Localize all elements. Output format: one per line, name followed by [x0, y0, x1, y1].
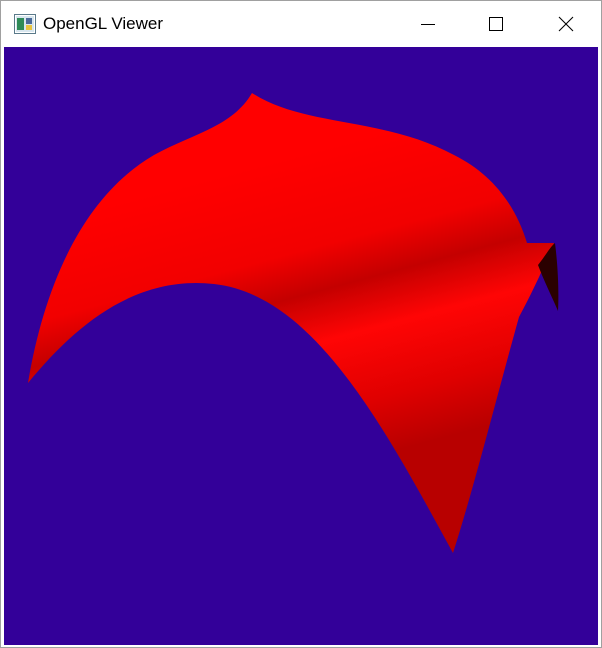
opengl-viewer-window: OpenGL Viewer [0, 0, 602, 648]
minimize-icon [421, 23, 435, 25]
minimize-button[interactable] [393, 1, 463, 46]
maximize-icon [489, 16, 503, 31]
maximize-button[interactable] [461, 1, 531, 46]
close-icon [558, 16, 574, 31]
opengl-app-icon [14, 14, 36, 34]
rendered-surface [28, 93, 559, 553]
window-title: OpenGL Viewer [43, 14, 164, 33]
close-button[interactable] [531, 1, 601, 46]
surface-patch [28, 93, 554, 553]
opengl-render-canvas[interactable] [4, 47, 598, 645]
title-bar[interactable]: OpenGL Viewer [1, 1, 601, 46]
